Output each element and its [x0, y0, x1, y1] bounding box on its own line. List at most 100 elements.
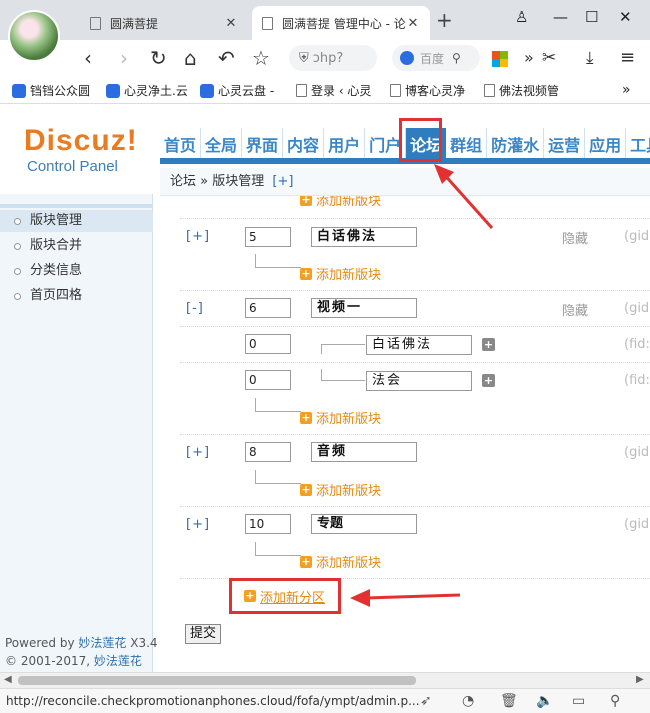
profile-avatar[interactable]: [8, 10, 60, 62]
sidebar-item-forum-merge[interactable]: 版块合并: [0, 235, 153, 257]
group-name-input[interactable]: 白话佛法: [311, 227, 417, 247]
bookmark-item[interactable]: 博客心灵净: [390, 82, 465, 99]
tree-connector: [255, 398, 301, 412]
bookmark-item[interactable]: 心灵云盘 -: [200, 82, 274, 99]
group-name-input[interactable]: 视频一: [311, 298, 417, 318]
table-divider: [180, 218, 650, 219]
forum-name-input[interactable]: 白话佛法: [366, 335, 472, 355]
status-bar: http://reconcile.checkpromotionanphones.…: [0, 688, 650, 713]
apps-icon[interactable]: [492, 51, 508, 67]
submit-button[interactable]: 提交: [185, 624, 221, 644]
expand-toggle[interactable]: [+]: [186, 229, 210, 244]
add-forum-link[interactable]: + 添加新版块: [300, 264, 381, 283]
footer-link[interactable]: 妙法莲花: [94, 654, 142, 668]
status-url: http://reconcile.checkpromotionanphones.…: [6, 694, 420, 708]
order-input[interactable]: 10: [245, 514, 291, 534]
tree-connector: [321, 344, 365, 354]
close-tab-icon[interactable]: ✕: [224, 16, 238, 31]
browser-nav-bar: ‹ › ↻ ⌂ ↶ ☆ ⛨ ɔhp? 百度 ⚲ » ✂ ⤓ ≡: [0, 40, 650, 76]
new-tab-button[interactable]: +: [436, 8, 453, 32]
add-forum-link[interactable]: + 添加新版块: [300, 196, 381, 209]
order-input[interactable]: 0: [245, 334, 291, 354]
breadcrumb-root[interactable]: 论坛: [170, 174, 196, 189]
speed-icon[interactable]: ◔: [462, 693, 474, 709]
bookmark-item[interactable]: 佛法视频管: [484, 82, 559, 99]
footer-link[interactable]: 妙法莲花: [78, 636, 126, 650]
search-box[interactable]: 百度 ⚲: [392, 45, 480, 71]
reload-icon[interactable]: ↻: [150, 45, 167, 71]
sidebar-item-home-grid[interactable]: 首页四格: [0, 285, 153, 307]
menu-icon[interactable]: ≡: [620, 45, 635, 71]
add-icon: +: [300, 554, 312, 568]
expand-toggle[interactable]: [+]: [186, 445, 210, 460]
search-icon[interactable]: ⚲: [610, 693, 620, 709]
home-icon[interactable]: ⌂: [184, 45, 197, 71]
search-text: 百度: [420, 51, 445, 66]
close-tab-icon[interactable]: ✕: [406, 16, 420, 31]
add-subforum-icon[interactable]: +: [482, 338, 495, 351]
address-text: ɔhp?: [312, 50, 344, 66]
order-input[interactable]: 5: [245, 227, 291, 247]
page-icon: [90, 16, 101, 30]
bookmarks-more-icon[interactable]: »: [622, 82, 631, 98]
volume-icon[interactable]: 🔈: [536, 693, 553, 709]
back-icon[interactable]: ‹: [84, 45, 92, 71]
scroll-right-icon[interactable]: ▶: [636, 674, 644, 685]
table-divider: [180, 362, 650, 363]
add-forum-link[interactable]: + 添加新版块: [300, 408, 381, 427]
gid-label: (gid:: [624, 445, 650, 460]
page-icon: [484, 84, 495, 97]
page-icon: [390, 84, 401, 97]
page-icon: [296, 84, 307, 97]
tree-connector: [255, 542, 301, 556]
baidu-icon: [400, 51, 414, 65]
add-forum-link[interactable]: + 添加新版块: [300, 552, 381, 571]
scissors-icon[interactable]: ✂: [542, 45, 556, 71]
download-icon[interactable]: ⤓: [586, 45, 594, 71]
gid-label: (gid:: [624, 517, 650, 532]
more-extensions-icon[interactable]: »: [524, 45, 534, 71]
browser-tab-1[interactable]: 圆满菩提 ✕: [80, 6, 248, 40]
add-category-link[interactable]: + 添加新分区: [229, 578, 341, 614]
order-input[interactable]: 8: [245, 442, 291, 462]
table-divider: [180, 326, 650, 327]
rocket-icon[interactable]: ➶: [420, 693, 432, 709]
sidebar-item-thread-types[interactable]: 分类信息: [0, 260, 153, 282]
order-input[interactable]: 0: [245, 370, 291, 390]
annotation-arrow: [350, 589, 461, 607]
shirt-icon[interactable]: ♙: [515, 8, 528, 26]
table-divider: [180, 290, 650, 291]
expand-toggle[interactable]: [+]: [186, 517, 210, 532]
add-icon: +: [300, 482, 312, 496]
scroll-left-icon[interactable]: ◀: [4, 674, 12, 685]
sidebar-item-forum-manage[interactable]: 版块管理: [0, 210, 153, 232]
collapse-toggle[interactable]: [-]: [186, 301, 204, 316]
close-window-icon[interactable]: ✕: [619, 8, 632, 26]
undo-icon[interactable]: ↶: [218, 45, 235, 71]
browser-tab-2[interactable]: 圆满菩提 管理中心 - 论 ✕: [252, 6, 430, 40]
maximize-icon[interactable]: ☐: [585, 8, 598, 26]
forward-icon[interactable]: ›: [120, 45, 128, 71]
window-icon[interactable]: ▭: [572, 693, 585, 709]
order-input[interactable]: 6: [245, 298, 291, 318]
page-icon: [262, 16, 273, 30]
tree-connector: [255, 470, 301, 484]
sidebar-divider: [0, 204, 153, 208]
forum-name-input[interactable]: 法会: [366, 371, 472, 391]
add-forum-link[interactable]: + 添加新版块: [300, 480, 381, 499]
address-bar[interactable]: ⛨ ɔhp?: [289, 45, 377, 71]
star-icon[interactable]: ☆: [252, 45, 270, 71]
breadcrumb-add[interactable]: [+]: [272, 174, 293, 189]
trash-icon[interactable]: 🗑: [500, 693, 518, 709]
scrollbar-thumb[interactable]: [18, 676, 416, 685]
horizontal-scrollbar[interactable]: ◀ ▶: [0, 672, 650, 688]
group-name-input[interactable]: 专题: [311, 514, 417, 534]
group-name-input[interactable]: 音频: [311, 442, 417, 462]
add-subforum-icon[interactable]: +: [482, 374, 495, 387]
minimize-icon[interactable]: —: [553, 8, 568, 26]
search-icon: ⚲: [452, 51, 461, 65]
bookmarks-bar: 铛铛公众圆 心灵净土.云 心灵云盘 - 登录 ‹ 心灵 博客心灵净 佛法视频管 …: [0, 76, 650, 104]
bookmark-item[interactable]: 登录 ‹ 心灵: [296, 82, 371, 99]
bookmark-item[interactable]: 铛铛公众圆: [12, 82, 90, 99]
bookmark-item[interactable]: 心灵净土.云: [106, 82, 188, 99]
